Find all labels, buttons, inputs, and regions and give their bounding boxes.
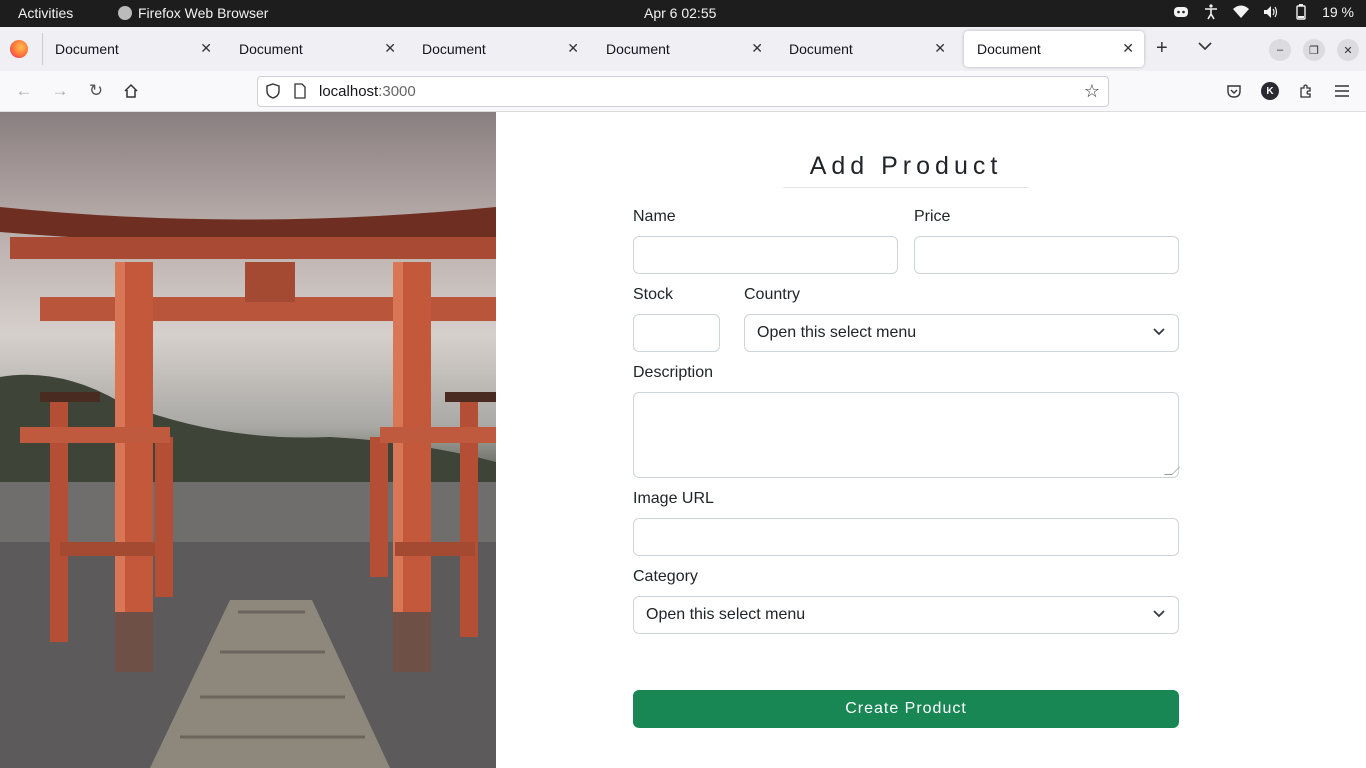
stock-label: Stock: [633, 286, 674, 303]
tab-title: Document: [239, 41, 303, 57]
image-url-label: Image URL: [633, 490, 714, 507]
image-url-input[interactable]: [633, 518, 1179, 556]
reload-icon[interactable]: ↻: [86, 81, 106, 101]
tab-active[interactable]: Document ✕: [964, 31, 1144, 67]
close-tab-icon[interactable]: ✕: [1122, 40, 1134, 57]
firefox-view-icon[interactable]: [10, 40, 28, 58]
tab-title: Document: [55, 41, 119, 57]
torii-gate-photo: [0, 112, 496, 768]
name-label: Name: [633, 208, 676, 225]
description-label: Description: [633, 364, 714, 381]
chevron-down-icon: [1152, 606, 1166, 625]
tab-title: Document: [789, 41, 853, 57]
back-icon[interactable]: ←: [14, 81, 34, 101]
tab-strip: Document ✕ Document ✕ Document ✕ Documen…: [0, 27, 1366, 71]
page-info-icon[interactable]: [294, 83, 306, 103]
resize-handle-icon[interactable]: [1164, 467, 1180, 475]
pocket-icon[interactable]: [1224, 81, 1244, 101]
wifi-icon[interactable]: [1232, 4, 1250, 20]
country-label: Country: [744, 286, 801, 303]
bookmark-star-icon[interactable]: ☆: [1084, 81, 1100, 102]
tracking-protection-icon[interactable]: [266, 83, 280, 103]
price-input[interactable]: [914, 236, 1179, 274]
close-tab-icon[interactable]: ✕: [751, 40, 763, 57]
url-port: :3000: [378, 83, 416, 100]
name-input[interactable]: [633, 236, 898, 274]
close-window-icon[interactable]: ✕: [1337, 39, 1359, 61]
account-initial: K: [1261, 82, 1279, 100]
tab[interactable]: Document ✕: [776, 31, 956, 67]
clock[interactable]: Apr 6 02:55: [644, 5, 716, 21]
volume-icon[interactable]: [1262, 4, 1280, 20]
tab-title: Document: [422, 41, 486, 57]
system-top-bar: Activities Firefox Web Browser Apr 6 02:…: [0, 0, 1366, 27]
app-menu-icon[interactable]: [1332, 81, 1352, 101]
form-title: Add Product: [783, 152, 1029, 188]
tab-title: Document: [977, 41, 1041, 57]
close-tab-icon[interactable]: ✕: [200, 40, 212, 57]
country-select-value: Open this select menu: [757, 324, 917, 341]
forward-icon[interactable]: →: [50, 81, 70, 101]
tab[interactable]: Document ✕: [42, 31, 222, 67]
battery-icon[interactable]: [1292, 4, 1310, 20]
url-host: localhost: [319, 83, 379, 100]
category-label: Category: [633, 568, 698, 585]
address-bar[interactable]: localhost:3000 ☆: [257, 76, 1109, 107]
close-tab-icon[interactable]: ✕: [567, 40, 579, 57]
tab-title: Document: [606, 41, 670, 57]
list-all-tabs-icon[interactable]: [1198, 39, 1212, 54]
activities-button[interactable]: Activities: [18, 5, 73, 21]
price-label: Price: [914, 208, 951, 225]
new-tab-icon[interactable]: +: [1156, 37, 1168, 60]
torii-gate-illustration: [0, 207, 496, 768]
category-select-value: Open this select menu: [646, 606, 806, 623]
home-icon[interactable]: [121, 81, 141, 101]
extensions-icon[interactable]: [1296, 81, 1316, 101]
battery-percent: 19 %: [1322, 4, 1354, 20]
restore-icon[interactable]: ❐: [1303, 39, 1325, 61]
category-select[interactable]: Open this select menu: [633, 596, 1179, 634]
url-text: localhost:3000: [319, 83, 416, 100]
description-textarea[interactable]: [633, 392, 1180, 478]
create-product-button[interactable]: Create Product: [633, 690, 1179, 728]
account-avatar[interactable]: K: [1260, 81, 1280, 101]
close-tab-icon[interactable]: ✕: [934, 40, 946, 57]
navigation-toolbar: ← → ↻ localhost:3000 ☆ K: [0, 71, 1366, 112]
system-tray[interactable]: 19 %: [1172, 4, 1354, 20]
discord-icon[interactable]: [1172, 4, 1190, 20]
close-tab-icon[interactable]: ✕: [384, 40, 396, 57]
app-name: Firefox Web Browser: [138, 5, 269, 21]
firefox-app-icon: [118, 6, 132, 20]
tab[interactable]: Document ✕: [409, 31, 589, 67]
page-content: Add Product Name Price Stock Country Ope…: [0, 112, 1366, 768]
tab[interactable]: Document ✕: [226, 31, 406, 67]
accessibility-icon[interactable]: [1202, 4, 1220, 20]
app-menu[interactable]: Firefox Web Browser: [118, 5, 268, 21]
country-select[interactable]: Open this select menu: [744, 314, 1179, 352]
chevron-down-icon: [1152, 324, 1166, 343]
tab[interactable]: Document ✕: [593, 31, 773, 67]
minimize-icon[interactable]: –: [1269, 39, 1291, 61]
stock-input[interactable]: [633, 314, 720, 352]
